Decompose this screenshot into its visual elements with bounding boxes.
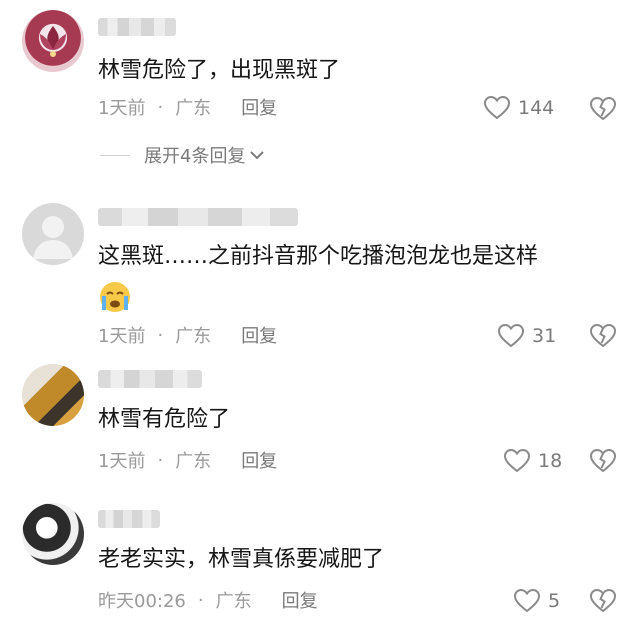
- reply-button[interactable]: 回复: [241, 94, 277, 120]
- comment-meta: 昨天00:26 · 广东 回复: [98, 587, 318, 613]
- broken-heart-icon[interactable]: [590, 323, 616, 349]
- like-count: 31: [532, 325, 557, 347]
- avatar[interactable]: [22, 503, 84, 565]
- broken-heart-icon[interactable]: [590, 448, 616, 474]
- separator: ·: [157, 96, 164, 118]
- separator: ·: [197, 589, 204, 611]
- expand-replies-button[interactable]: 展开4条回复: [100, 142, 265, 168]
- reply-button[interactable]: 回复: [241, 447, 277, 473]
- username[interactable]: [98, 208, 298, 226]
- like-count: 18: [538, 450, 563, 472]
- username[interactable]: [98, 510, 160, 528]
- like-count: 5: [548, 590, 561, 612]
- crying-face-icon: [100, 282, 130, 312]
- divider-line: [100, 154, 130, 156]
- like-count: 144: [518, 97, 555, 119]
- expand-replies-label: 展开4条回复: [144, 146, 246, 167]
- comment-text: 林雪有危险了: [98, 407, 231, 432]
- separator: ·: [157, 324, 164, 346]
- avatar[interactable]: [22, 203, 84, 265]
- heart-icon: [514, 589, 540, 613]
- like-button[interactable]: 18: [504, 446, 562, 476]
- username[interactable]: [98, 370, 202, 388]
- comment-meta: 1天前 · 广东 回复: [98, 94, 277, 120]
- heart-icon: [484, 96, 510, 120]
- timestamp: 昨天00:26: [98, 591, 186, 612]
- avatar-flower-icon: [40, 26, 66, 57]
- comment-text: 这黑斑……之前抖音那个吃播泡泡龙也是这样: [98, 244, 539, 269]
- location: 广东: [175, 451, 212, 472]
- location: 广东: [215, 591, 252, 612]
- default-avatar-icon: [33, 216, 73, 259]
- avatar[interactable]: [22, 10, 84, 72]
- separator: ·: [157, 449, 164, 471]
- broken-heart-icon[interactable]: [590, 96, 616, 122]
- comment-meta: 1天前 · 广东 回复: [98, 322, 277, 348]
- comment-text: 林雪危险了，出现黑斑了: [98, 58, 341, 83]
- like-button[interactable]: 144: [484, 93, 554, 123]
- avatar[interactable]: [22, 364, 84, 426]
- reply-button[interactable]: 回复: [241, 322, 277, 348]
- heart-icon: [504, 449, 530, 473]
- comment-text: 老老实实，林雪真係要减肥了: [98, 547, 385, 572]
- like-button[interactable]: 5: [514, 586, 560, 616]
- like-button[interactable]: 31: [498, 321, 556, 351]
- username[interactable]: [98, 18, 176, 36]
- timestamp: 1天前: [98, 98, 146, 119]
- reply-button[interactable]: 回复: [282, 587, 318, 613]
- timestamp: 1天前: [98, 451, 146, 472]
- timestamp: 1天前: [98, 326, 146, 347]
- location: 广东: [175, 326, 212, 347]
- broken-heart-icon[interactable]: [590, 588, 616, 614]
- location: 广东: [175, 98, 212, 119]
- chevron-down-icon: [250, 151, 265, 160]
- comment-meta: 1天前 · 广东 回复: [98, 447, 277, 473]
- heart-icon: [498, 324, 524, 348]
